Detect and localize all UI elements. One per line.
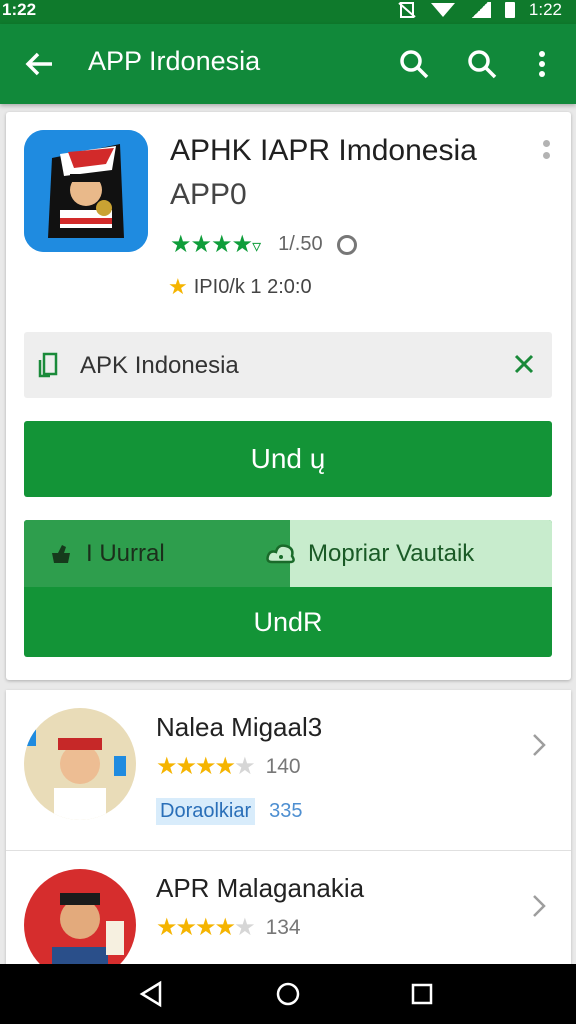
app-icon[interactable]: [24, 130, 148, 252]
app-subtitle: APP0: [170, 178, 247, 211]
rating-stars: ★★★★▿: [170, 231, 261, 258]
back-arrow-icon[interactable]: [20, 44, 60, 84]
meta-row: ★ IPI0/k 1 2:0:0: [168, 274, 312, 300]
list-item-title: APR Malaganakia: [156, 873, 365, 903]
back-triangle-icon[interactable]: [136, 978, 168, 1010]
star-icon: ★: [168, 274, 188, 299]
left-option-button[interactable]: I Uurral: [24, 520, 290, 587]
list-item-tags: Doraolkiar 335: [156, 798, 303, 825]
rating-row: ★★★★▿ 1/.50: [170, 230, 357, 259]
app-logo-illustration: [24, 130, 148, 252]
list-item-rating-value: 134: [265, 915, 301, 939]
app-bar: APP Irdonesia: [0, 24, 576, 104]
source-label: APK Indonesia: [80, 352, 239, 379]
home-circle-icon[interactable]: [272, 978, 304, 1010]
status-time-right: 1:22: [528, 0, 562, 19]
chevron-right-icon: [533, 734, 546, 756]
rating-value: 1/.50: [278, 233, 323, 255]
search-icon[interactable]: [394, 44, 434, 84]
list-item-size: 335: [269, 800, 303, 822]
list-item-rating-value: 140: [265, 754, 301, 778]
search-icon-secondary[interactable]: [462, 44, 502, 84]
list-item-rating: ★★★★★ 140: [156, 752, 301, 781]
system-nav-bar: [0, 964, 576, 1024]
app-bar-title: APP Irdonesia: [88, 46, 261, 76]
app-name: APHK IAPR Imdonesia: [170, 134, 477, 167]
clock-icon: [336, 234, 357, 255]
signal-icon: [468, 2, 491, 18]
rating-stars: ★★★★★: [156, 914, 256, 941]
list-item-rating: ★★★★★ 134: [156, 913, 301, 942]
list-item-title: Nalea Migaal3: [156, 712, 323, 742]
list-item[interactable]: Nalea Migaal3 ★★★★★ 140 Doraolkiar 335: [6, 690, 571, 850]
recents-square-icon[interactable]: [406, 978, 438, 1010]
close-icon[interactable]: [512, 352, 536, 376]
status-bar: 1:22 1:22: [0, 0, 576, 24]
wifi-icon: [430, 3, 455, 17]
related-apps-list: Nalea Migaal3 ★★★★★ 140 Doraolkiar 335 A…: [6, 690, 571, 981]
chevron-right-icon: [533, 895, 546, 917]
source-field[interactable]: APK Indonesia: [24, 332, 552, 398]
app-detail-card: APHK IAPR Imdonesia APP0 ★★★★▿ 1/.50 ★ I…: [6, 112, 571, 680]
right-option-button[interactable]: Mopriar Vautaik: [266, 520, 552, 587]
meta-text: IPI0/k 1 2:0:0: [193, 275, 312, 298]
card-more-icon[interactable]: [543, 140, 553, 170]
thumb-icon: [52, 544, 70, 563]
no-sim-icon: [398, 2, 416, 18]
battery-icon: [504, 2, 515, 18]
option-group: I Uurral Mopriar Vautaik UndR: [24, 520, 552, 657]
secondary-install-button[interactable]: UndR: [24, 587, 552, 657]
phone-icon: [38, 352, 58, 378]
more-vert-icon[interactable]: [522, 44, 562, 84]
avatar: [24, 708, 136, 820]
status-time-left: 1:22: [2, 0, 37, 19]
install-button[interactable]: Und ų: [24, 421, 552, 497]
category-tag: Doraolkiar: [156, 798, 256, 825]
right-option-label: Mopriar Vautaik: [308, 539, 475, 567]
cloud-icon: [266, 543, 295, 563]
left-option-label: I Uurral: [86, 539, 165, 567]
rating-stars: ★★★★★: [156, 753, 256, 780]
